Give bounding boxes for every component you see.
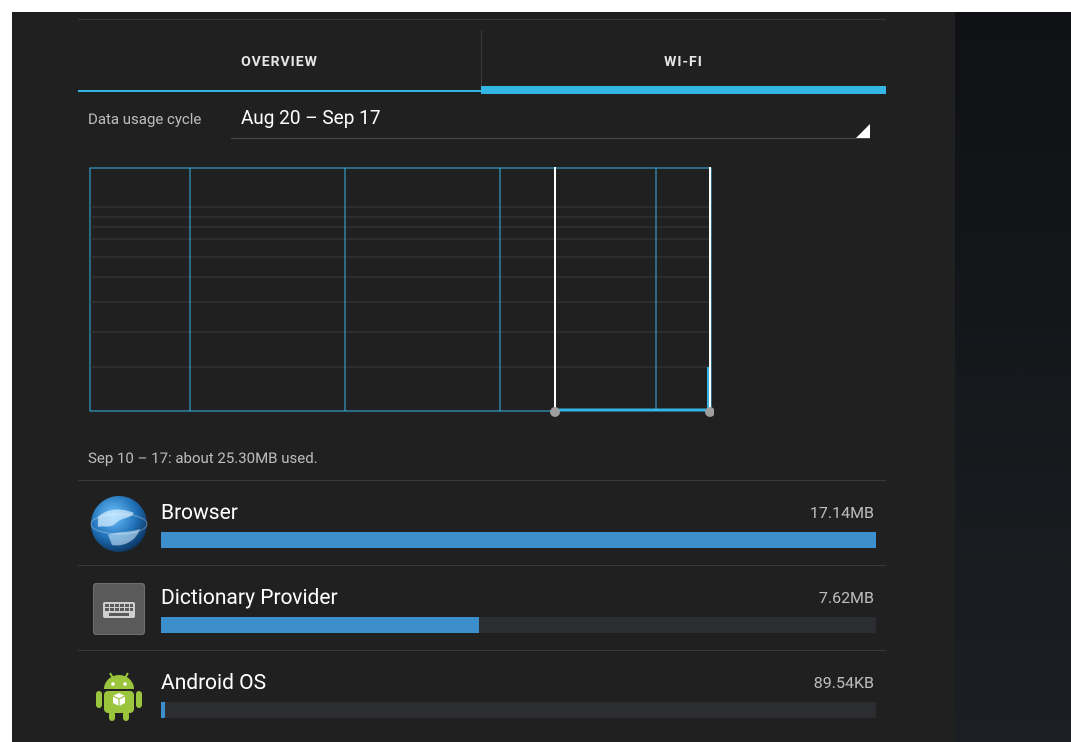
usage-summary: Sep 10 – 17: about 25.30MB used.: [88, 449, 318, 467]
range-start-knob[interactable]: [550, 407, 560, 417]
chart-border: [89, 167, 712, 412]
usage-bar-fill: [161, 617, 480, 633]
cycle-spinner[interactable]: Aug 20 – Sep 17: [231, 104, 870, 139]
data-usage-cycle-row: Data usage cycle Aug 20 – Sep 17: [88, 104, 882, 139]
tab-indicator-line: [78, 90, 481, 92]
app-name: Dictionary Provider: [161, 586, 338, 610]
app-row-browser[interactable]: Browser 17.14MB: [78, 480, 886, 566]
app-size: 7.62MB: [818, 588, 874, 607]
tab-overview[interactable]: OVERVIEW: [78, 30, 481, 94]
tab-bar: OVERVIEW WI-FI: [78, 30, 886, 94]
keyboard-icon: [93, 583, 145, 635]
top-divider: [78, 19, 886, 20]
app-name: Android OS: [161, 671, 267, 695]
spinner-arrow-icon: [856, 124, 870, 138]
app-size: 89.54KB: [813, 673, 874, 692]
data-usage-screen: OVERVIEW WI-FI Data usage cycle Aug 20 –…: [12, 12, 1071, 742]
usage-bar-track: [161, 532, 876, 548]
usage-chart[interactable]: [89, 167, 714, 417]
app-size: 17.14MB: [809, 503, 874, 522]
cycle-value: Aug 20 – Sep 17: [241, 106, 381, 129]
right-gutter: [955, 12, 1071, 742]
chart-gridlines: [90, 206, 711, 368]
app-row-android-os[interactable]: Android OS 89.54KB: [78, 650, 886, 736]
app-name: Browser: [161, 501, 238, 525]
tab-wifi[interactable]: WI-FI: [481, 30, 886, 94]
cycle-label: Data usage cycle: [88, 110, 202, 128]
usage-bar-fill: [161, 532, 876, 548]
usage-bar-track: [161, 702, 876, 718]
globe-icon: [90, 496, 148, 552]
usage-bar-fill: [161, 702, 165, 718]
usage-bar-track: [161, 617, 876, 633]
app-row-dictionary-provider[interactable]: Dictionary Provider 7.62MB: [78, 565, 886, 651]
android-icon: [96, 672, 142, 721]
tab-selected-indicator: [481, 86, 886, 94]
chart-week-lines: [189, 168, 657, 411]
